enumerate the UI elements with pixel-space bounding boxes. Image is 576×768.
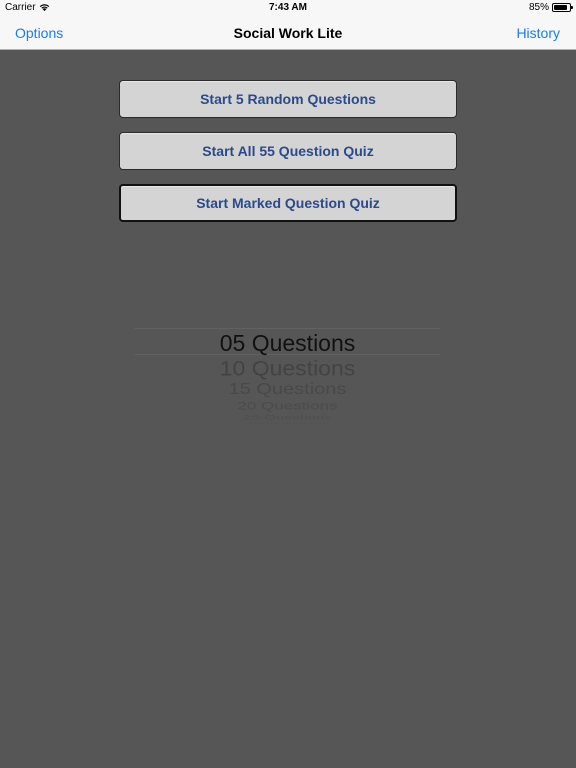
page-title: Social Work Lite xyxy=(233,25,343,41)
battery-icon xyxy=(552,3,573,12)
battery-percent: 85% xyxy=(528,2,549,13)
picker-option[interactable]: 10 Questions xyxy=(135,356,440,381)
question-count-picker[interactable]: 05 Questions 10 Questions 15 Questions 2… xyxy=(135,326,440,436)
status-bar: Carrier 7:43 AM 85% xyxy=(0,0,576,16)
start-random-questions-button[interactable]: Start 5 Random Questions xyxy=(119,80,457,118)
picker-selection-line-top xyxy=(135,328,440,329)
main-content: Start 5 Random Questions Start All 55 Qu… xyxy=(0,50,576,768)
history-button[interactable]: History xyxy=(516,25,560,41)
start-all-questions-button[interactable]: Start All 55 Question Quiz xyxy=(119,132,457,170)
picker-option[interactable]: 30 Questions xyxy=(135,421,440,425)
picker-option[interactable]: 25 Questions xyxy=(135,414,440,422)
picker-option-selected[interactable]: 05 Questions xyxy=(135,330,440,357)
picker-option[interactable]: 20 Questions xyxy=(135,399,440,412)
status-right: 85% xyxy=(528,2,573,13)
navigation-bar: Options Social Work Lite History xyxy=(0,16,576,50)
start-marked-questions-button[interactable]: Start Marked Question Quiz xyxy=(119,184,457,222)
picker-option[interactable]: 15 Questions xyxy=(135,380,440,398)
status-time: 7:43 AM xyxy=(269,2,307,13)
